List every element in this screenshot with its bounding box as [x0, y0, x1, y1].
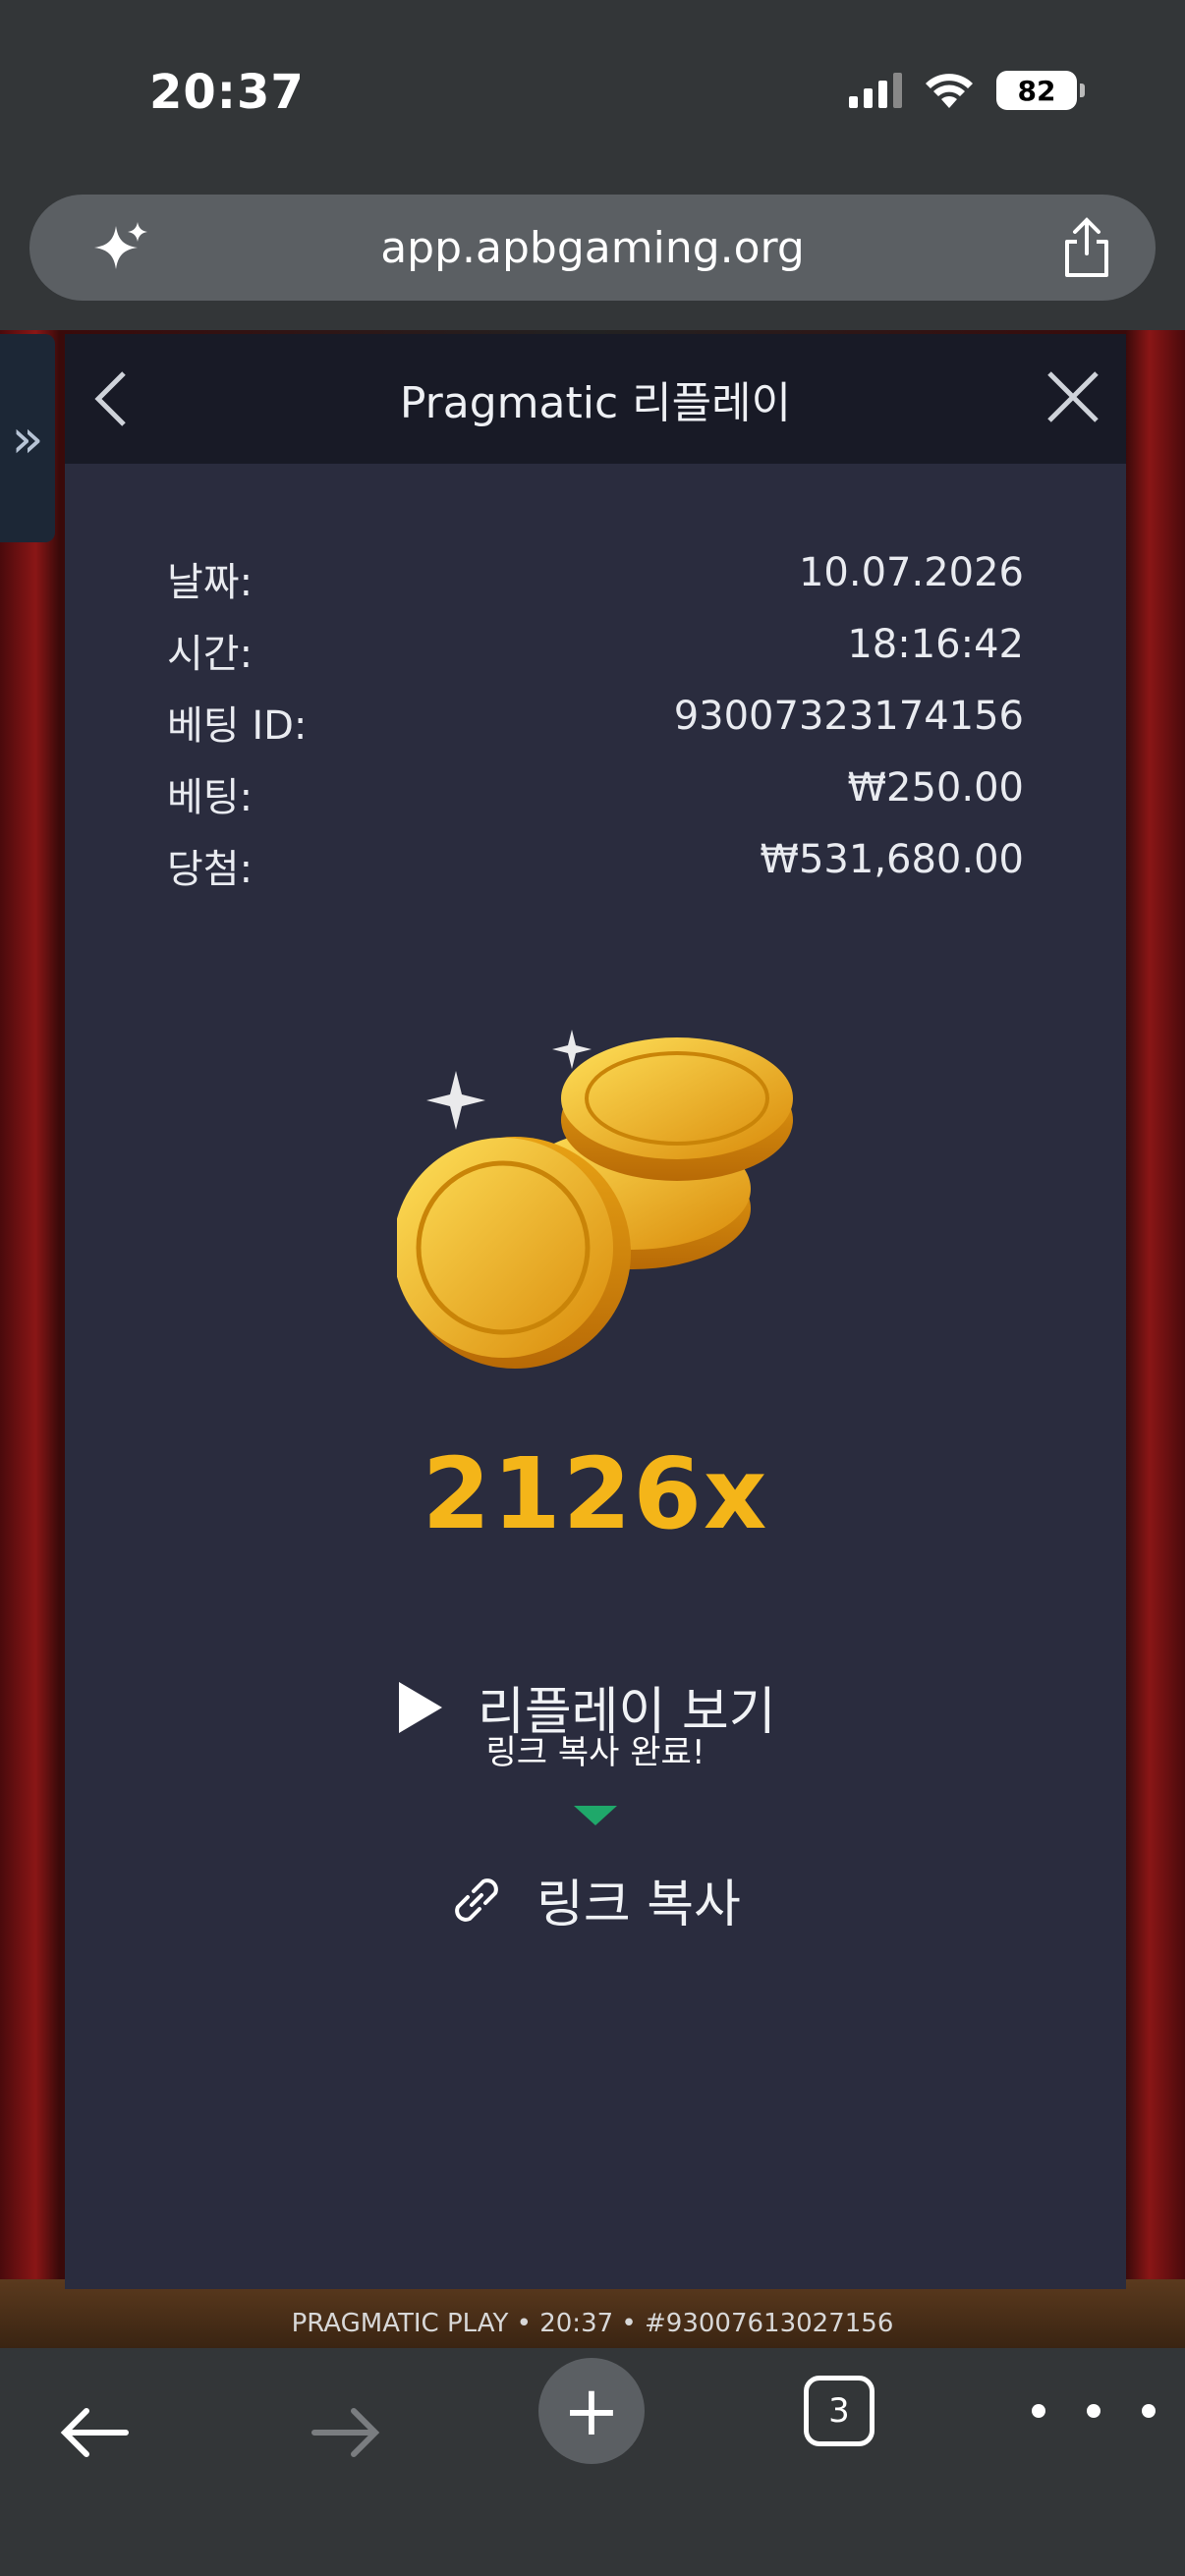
side-menu-tab[interactable]: » [0, 334, 55, 542]
win-multiplier: 2126x [422, 1436, 769, 1551]
info-value: 10.07.2026 [798, 550, 1024, 595]
game-footer-caption: PRAGMATIC PLAY • 20:37 • #93007613027156 [291, 2309, 894, 2338]
copied-tooltip: 링크 복사 완료! [485, 1733, 705, 1772]
tooltip-arrow-icon [574, 1806, 617, 1825]
info-value: ₩531,680.00 [760, 837, 1024, 882]
replay-modal: Pragmatic 리플레이 날짜: 10.07.2026 시간: 18:16:… [65, 334, 1126, 2289]
share-icon[interactable] [1057, 216, 1116, 279]
sparkle-icon[interactable] [92, 218, 151, 277]
tabs-button[interactable]: 3 [804, 2376, 875, 2446]
info-row-time: 시간: 18:16:42 [167, 622, 1024, 694]
back-chevron-icon[interactable] [86, 369, 136, 428]
new-tab-button[interactable]: + [538, 2358, 645, 2464]
modal-header: Pragmatic 리플레이 [65, 334, 1126, 464]
forward-arrow-icon[interactable] [307, 2403, 385, 2462]
info-label: 당첨: [167, 847, 254, 892]
info-row-bet-id: 베팅 ID: 93007323174156 [167, 694, 1024, 765]
gold-coins-icon [397, 1030, 793, 1369]
double-chevron-right-icon: » [11, 407, 44, 470]
info-label: 베팅: [167, 775, 254, 820]
browser-toolbar: + 3 [0, 2348, 1185, 2576]
address-bar[interactable]: app.apbgaming.org [29, 195, 1156, 301]
close-icon[interactable] [1042, 365, 1104, 428]
bet-info-list: 날짜: 10.07.2026 시간: 18:16:42 베팅 ID: 93007… [167, 550, 1024, 909]
link-icon [455, 1877, 498, 1922]
status-icons: 82 [849, 71, 1085, 110]
info-value: 93007323174156 [673, 694, 1024, 739]
info-label: 베팅 ID: [167, 703, 308, 749]
copy-link-label: 링크 복사 [536, 1876, 741, 1934]
info-value: ₩250.00 [847, 765, 1024, 811]
info-label: 날짜: [167, 560, 254, 605]
status-and-address-area: 20:37 82 app.apbgaming.org [0, 0, 1185, 330]
url-text: app.apbgaming.org [380, 222, 805, 273]
more-icon[interactable] [1032, 2387, 1156, 2435]
info-row-date: 날짜: 10.07.2026 [167, 550, 1024, 622]
info-row-bet: 베팅: ₩250.00 [167, 765, 1024, 837]
modal-title: Pragmatic 리플레이 [399, 378, 792, 428]
info-value: 18:16:42 [847, 622, 1024, 667]
wifi-icon [926, 74, 973, 108]
copy-link-button[interactable]: 링크 복사 [448, 1863, 741, 1936]
info-label: 시간: [167, 632, 254, 677]
plus-icon: + [562, 2371, 621, 2451]
battery-indicator: 82 [996, 71, 1085, 110]
cellular-signal-icon [849, 73, 902, 108]
back-arrow-icon[interactable] [55, 2403, 134, 2462]
status-time: 20:37 [149, 65, 305, 120]
info-row-win: 당첨: ₩531,680.00 [167, 837, 1024, 909]
